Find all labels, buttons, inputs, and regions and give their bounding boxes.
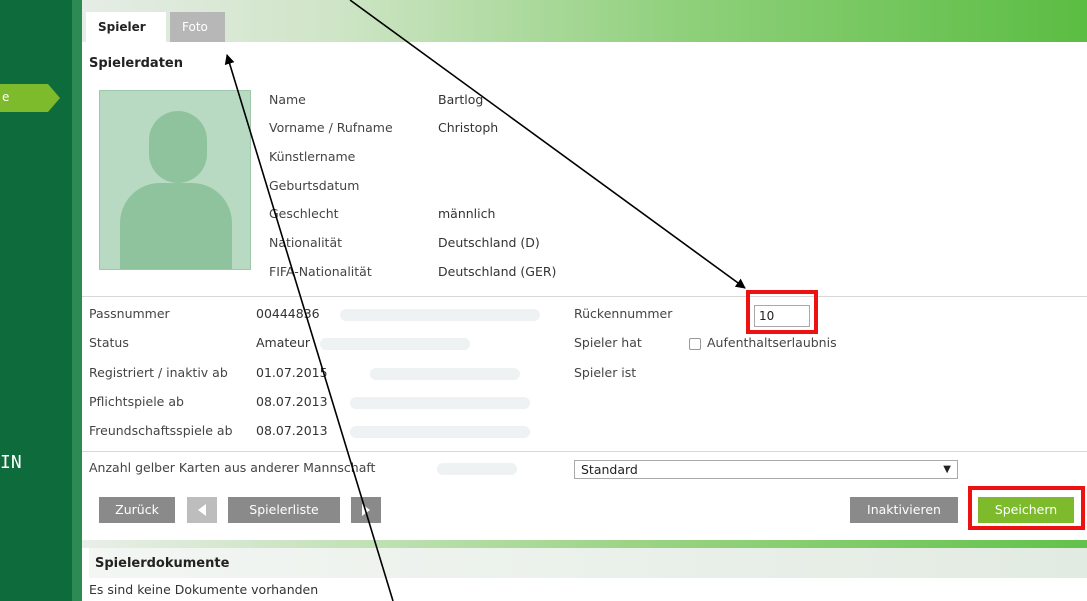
freundschaftsspiele-value: 08.07.2013	[256, 423, 328, 438]
avatar-head-icon	[149, 111, 207, 183]
vorname-label: Vorname / Rufname	[269, 120, 393, 135]
registriert-label: Registriert / inaktiv ab	[89, 365, 228, 380]
redacted-text	[340, 309, 540, 321]
dropdown-arrow-icon: ▼	[943, 464, 951, 475]
player-list-button[interactable]: Spielerliste	[228, 497, 340, 523]
gelbe-karten-select[interactable]: Standard ▼	[574, 460, 958, 479]
back-button[interactable]: Zurück	[99, 497, 175, 523]
passnummer-value: 00444836	[256, 306, 320, 321]
rueckennummer-label: Rückennummer	[574, 306, 673, 321]
redacted-text	[437, 463, 517, 475]
chevron-right-icon	[362, 504, 370, 516]
sidebar-stripe	[72, 0, 82, 601]
sidebar-text-fragment: IN	[0, 452, 22, 473]
passnummer-label: Passnummer	[89, 306, 170, 321]
sidebar-active-arrow	[48, 84, 60, 112]
avatar-body-icon	[120, 183, 232, 269]
redacted-text	[350, 426, 530, 438]
next-player-button[interactable]	[351, 497, 381, 523]
fifa-nationalitaet-value: Deutschland (GER)	[438, 264, 557, 279]
tab-spieler[interactable]: Spieler	[86, 12, 166, 42]
redacted-text	[370, 368, 520, 380]
aufenthalt-checkbox[interactable]	[689, 338, 701, 350]
documents-header	[89, 548, 1087, 578]
spieler-hat-label: Spieler hat	[574, 335, 642, 350]
section-title: Spielerdaten	[89, 56, 183, 71]
save-button[interactable]: Speichern	[978, 497, 1074, 523]
fifa-nationalitaet-label: FIFA-Nationalität	[269, 264, 372, 279]
gelbe-karten-label: Anzahl gelber Karten aus anderer Mannsch…	[89, 460, 376, 475]
status-label: Status	[89, 335, 129, 350]
nationalitaet-value: Deutschland (D)	[438, 235, 540, 250]
vorname-value: Christoph	[438, 120, 499, 135]
sidebar-item-active-label[interactable]: e	[2, 90, 9, 104]
pflichtspiele-label: Pflichtspiele ab	[89, 394, 184, 409]
documents-title: Spielerdokumente	[95, 556, 230, 571]
geschlecht-value: männlich	[438, 206, 496, 221]
geburtsdatum-label: Geburtsdatum	[269, 178, 360, 193]
kuenstlername-label: Künstlername	[269, 149, 356, 164]
player-photo-placeholder	[99, 90, 251, 270]
status-value: Amateur	[256, 335, 311, 350]
freundschaftsspiele-label: Freundschaftsspiele ab	[89, 423, 233, 438]
registriert-value: 01.07.2015	[256, 365, 328, 380]
aufenthalt-label: Aufenthaltserlaubnis	[707, 335, 837, 350]
previous-player-button[interactable]	[187, 497, 217, 523]
name-value: Bartlog	[438, 92, 484, 107]
divider	[82, 296, 1087, 297]
main-panel: Spieler Foto Spielerdaten Name Bartlog V…	[82, 0, 1087, 601]
deactivate-button[interactable]: Inaktivieren	[850, 497, 958, 523]
documents-empty-text: Es sind keine Dokumente vorhanden	[89, 582, 319, 597]
name-label: Name	[269, 92, 306, 107]
redacted-text	[320, 338, 470, 350]
divider	[82, 451, 1087, 452]
gelbe-karten-selected: Standard	[581, 462, 638, 477]
tab-foto[interactable]: Foto	[170, 12, 225, 42]
tab-bar: Spieler Foto	[82, 0, 1087, 42]
rueckennummer-input[interactable]	[754, 305, 810, 327]
spieler-ist-label: Spieler ist	[574, 365, 637, 380]
pflichtspiele-value: 08.07.2013	[256, 394, 328, 409]
redacted-text	[350, 397, 530, 409]
nationalitaet-label: Nationalität	[269, 235, 343, 250]
chevron-left-icon	[198, 504, 206, 516]
section-separator	[82, 540, 1087, 548]
sidebar: e IN	[0, 0, 82, 601]
geschlecht-label: Geschlecht	[269, 206, 339, 221]
